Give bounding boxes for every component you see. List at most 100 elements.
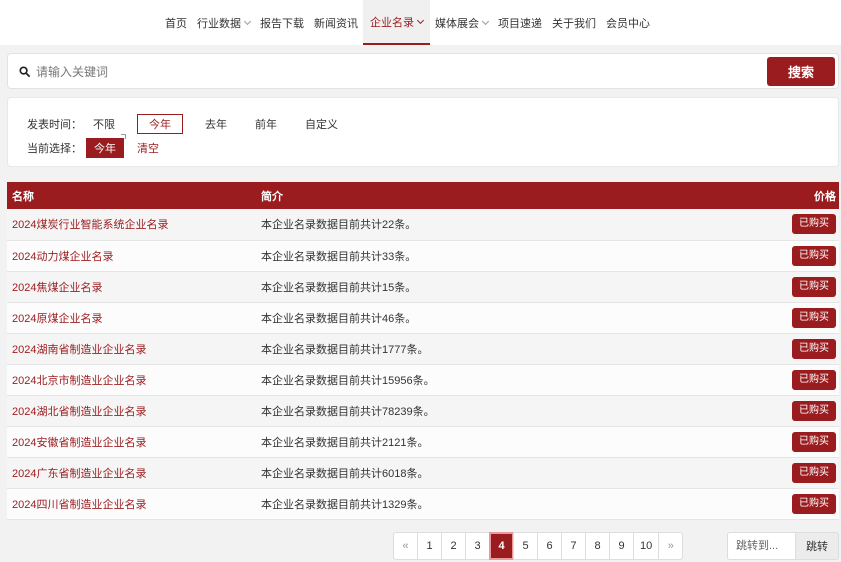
- page-number-button[interactable]: 1: [417, 532, 442, 560]
- nav-item-1[interactable]: 行业数据: [192, 0, 255, 45]
- table-body: 2024煤炭行业智能系统企业名录 本企业名录数据目前共计22条。 已购买 2024动力…: [7, 209, 839, 519]
- table-row: 2024广东省制造业企业名录 本企业名录数据目前共计6018条。 已购买: [7, 457, 839, 488]
- page-number-button[interactable]: 9: [609, 532, 634, 560]
- directory-name-link[interactable]: 2024四川省制造业企业名录: [7, 488, 256, 519]
- table-row: 2024北京市制造业企业名录 本企业名录数据目前共计15956条。 已购买: [7, 364, 839, 395]
- directory-name-link[interactable]: 2024北京市制造业企业名录: [7, 364, 256, 395]
- page-number-button[interactable]: 6: [537, 532, 562, 560]
- directory-description: 本企业名录数据目前共计6018条。: [261, 467, 429, 480]
- price-cell: 已购买: [756, 333, 839, 364]
- page-jump-input[interactable]: [727, 532, 796, 560]
- directory-name-link[interactable]: 2024湖南省制造业企业名录: [7, 333, 256, 364]
- purchased-button[interactable]: 已购买: [792, 214, 836, 235]
- table-header-row: 名称 简介 价格: [7, 182, 839, 209]
- page-number-button[interactable]: 2: [441, 532, 466, 560]
- time-filter-options: 不限 今年 去年 前年 自定义: [87, 114, 360, 134]
- nav-item-4[interactable]: 企业名录: [363, 0, 430, 45]
- price-cell: 已购买: [756, 302, 839, 333]
- pagination: «1 2 3 4 5 6 7 8 9 10»: [393, 532, 684, 560]
- current-selection-row: 当前选择： 今年 清空: [27, 134, 159, 158]
- directory-description: 本企业名录数据目前共计33条。: [261, 250, 417, 263]
- purchased-button[interactable]: 已购买: [792, 338, 836, 359]
- nav-item-2[interactable]: 报告下载: [255, 0, 309, 45]
- nav-item-0[interactable]: 首页: [160, 0, 192, 45]
- directory-name-link[interactable]: 2024湖北省制造业企业名录: [7, 395, 256, 426]
- directory-description: 本企业名录数据目前共计15条。: [261, 281, 417, 294]
- table-row: 2024四川省制造业企业名录 本企业名录数据目前共计1329条。 已购买: [7, 488, 839, 519]
- nav-item-label: 企业名录: [370, 16, 414, 29]
- nav-menu: 首页 行业数据 报告下载 新闻资讯 企业名录 媒体展会 项目速递 关于我们 会员中心: [160, 0, 655, 45]
- time-filter-option[interactable]: 去年: [199, 114, 233, 134]
- purchased-button[interactable]: 已购买: [792, 307, 836, 328]
- page-number-button[interactable]: 10: [633, 532, 660, 560]
- directory-description: 本企业名录数据目前共计15956条。: [261, 374, 435, 387]
- nav-item-label: 行业数据: [197, 17, 241, 30]
- table-row: 2024煤炭行业智能系统企业名录 本企业名录数据目前共计22条。 已购买: [7, 209, 839, 240]
- directory-description: 本企业名录数据目前共计46条。: [261, 312, 417, 325]
- directory-description: 本企业名录数据目前共计22条。: [261, 219, 417, 232]
- purchased-button[interactable]: 已购买: [792, 400, 836, 421]
- price-cell: 已购买: [756, 271, 839, 302]
- page-number-button[interactable]: 5: [513, 532, 538, 560]
- nav-item-label: 新闻资讯: [314, 17, 358, 30]
- directory-name-link[interactable]: 2024原煤企业名录: [7, 302, 256, 333]
- directory-description: 本企业名录数据目前共计1329条。: [261, 498, 429, 511]
- page-number-button[interactable]: 3: [465, 532, 490, 560]
- page-number-button[interactable]: 7: [561, 532, 586, 560]
- current-selection-label: 当前选择：: [27, 143, 82, 155]
- directory-description: 本企业名录数据目前共计1777条。: [261, 343, 429, 356]
- directory-name-link[interactable]: 2024煤炭行业智能系统企业名录: [7, 209, 256, 240]
- column-header-name: 名称: [12, 190, 34, 203]
- page-number-button[interactable]: 4: [489, 532, 514, 560]
- nav-item-7[interactable]: 关于我们: [547, 0, 601, 45]
- price-cell: 已购买: [756, 364, 839, 395]
- nav-item-label: 报告下载: [260, 17, 304, 30]
- time-filter-option[interactable]: 自定义: [299, 114, 344, 134]
- nav-item-label: 首页: [165, 17, 187, 30]
- table-row: 2024焦煤企业名录 本企业名录数据目前共计15条。 已购买: [7, 271, 839, 302]
- directory-name-link[interactable]: 2024动力煤企业名录: [7, 240, 256, 271]
- table-row: 2024湖北省制造业企业名录 本企业名录数据目前共计78239条。 已购买: [7, 395, 839, 426]
- time-filter-option[interactable]: 今年: [137, 114, 183, 134]
- nav-item-5[interactable]: 媒体展会: [430, 0, 493, 45]
- clear-filter-link[interactable]: 清空: [137, 140, 159, 156]
- time-filter-option[interactable]: 不限: [87, 114, 121, 134]
- purchased-button[interactable]: 已购买: [792, 276, 836, 297]
- search-button[interactable]: 搜索: [767, 57, 835, 86]
- page-number-button[interactable]: 8: [585, 532, 610, 560]
- nav-item-8[interactable]: 会员中心: [601, 0, 655, 45]
- chevron-down-icon: [416, 16, 425, 24]
- page-jump-button[interactable]: 跳转: [796, 532, 839, 560]
- directory-name-link[interactable]: 2024安徽省制造业企业名录: [7, 426, 256, 457]
- chevron-down-icon: [481, 17, 490, 25]
- price-cell: 已购买: [756, 457, 839, 488]
- prev-page-button[interactable]: «: [393, 532, 418, 560]
- table-row: 2024湖南省制造业企业名录 本企业名录数据目前共计1777条。 已购买: [7, 333, 839, 364]
- search-input[interactable]: [36, 60, 756, 84]
- nav-item-3[interactable]: 新闻资讯: [309, 0, 363, 45]
- price-cell: 已购买: [756, 488, 839, 519]
- chevron-down-icon: [243, 17, 252, 25]
- directory-name-link[interactable]: 2024广东省制造业企业名录: [7, 457, 256, 488]
- price-cell: 已购买: [756, 240, 839, 271]
- purchased-button[interactable]: 已购买: [792, 493, 836, 514]
- time-filter-label: 发表时间：: [27, 119, 82, 131]
- time-filter-option[interactable]: 前年: [249, 114, 283, 134]
- next-page-button[interactable]: »: [658, 532, 684, 560]
- nav-item-6[interactable]: 项目速递: [493, 0, 547, 45]
- chip-corner-icon: [121, 134, 126, 139]
- directory-name-link[interactable]: 2024焦煤企业名录: [7, 271, 256, 302]
- directory-description: 本企业名录数据目前共计78239条。: [261, 405, 435, 418]
- nav-item-label: 项目速递: [498, 17, 542, 30]
- selected-filter-chip[interactable]: 今年: [86, 134, 126, 158]
- purchased-button[interactable]: 已购买: [792, 462, 836, 483]
- price-cell: 已购买: [756, 426, 839, 457]
- filter-panel: 发表时间： 不限 今年 去年 前年 自定义 当前选择： 今年 清空: [7, 97, 839, 167]
- table-row: 2024原煤企业名录 本企业名录数据目前共计46条。 已购买: [7, 302, 839, 333]
- purchased-button[interactable]: 已购买: [792, 245, 836, 266]
- nav-item-label: 关于我们: [552, 17, 596, 30]
- purchased-button[interactable]: 已购买: [792, 369, 836, 390]
- purchased-button[interactable]: 已购买: [792, 431, 836, 452]
- column-header-price: 价格: [814, 190, 836, 203]
- selected-filter-chip-label: 今年: [94, 143, 116, 155]
